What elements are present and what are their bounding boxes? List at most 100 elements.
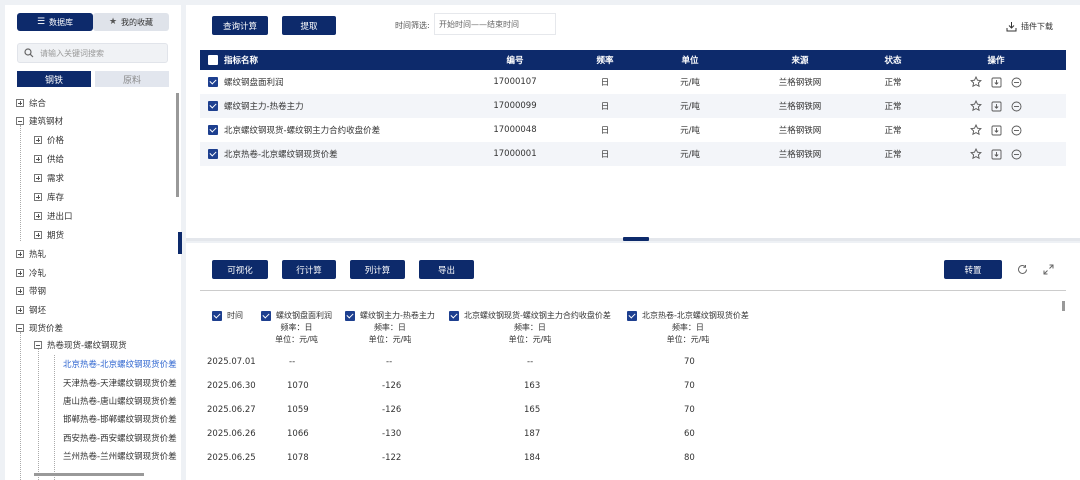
visualize-button[interactable]: 可视化 — [212, 260, 268, 279]
star-icon[interactable] — [970, 76, 982, 88]
date-range-input[interactable]: 开始时间——结束时间 — [434, 13, 556, 35]
row-value: 1070 — [287, 381, 309, 391]
expand-icon[interactable] — [16, 99, 24, 107]
expand-icon[interactable] — [34, 193, 42, 201]
tree-node-spot-spread[interactable]: 现货价差 — [16, 322, 63, 334]
series-name: 北京热卷-北京螺纹钢现货价差 — [642, 311, 749, 320]
expand-icon[interactable] — [16, 306, 24, 314]
download-icon[interactable] — [991, 77, 1002, 88]
star-icon: ★ — [108, 17, 118, 27]
row-name-cell: 北京热卷-北京螺纹钢现货价差 — [200, 142, 460, 166]
tree-node-strip[interactable]: 带钢 — [16, 285, 46, 297]
expand-icon[interactable] — [34, 231, 42, 239]
remove-icon[interactable] — [1011, 101, 1022, 112]
tree-node-billet[interactable]: 钢坯 — [16, 304, 46, 316]
expand-icon[interactable] — [34, 136, 42, 144]
sidebar-scrollbar[interactable] — [176, 93, 179, 197]
remove-icon[interactable] — [1011, 149, 1022, 160]
collapse-icon[interactable] — [16, 117, 24, 125]
tree-node-hot-rolled[interactable]: 热轧 — [16, 248, 46, 260]
row-value: 80 — [684, 453, 695, 463]
expand-icon[interactable] — [34, 174, 42, 182]
tree-leaf-xian[interactable]: 西安热卷-西安螺纹钢现货价差 — [63, 432, 177, 444]
tree-node-demand[interactable]: 需求 — [34, 172, 64, 184]
star-icon[interactable] — [970, 100, 982, 112]
tree-label: 热轧 — [29, 250, 47, 260]
sidebar-resize-handle[interactable] — [178, 232, 182, 254]
tree-node-building[interactable]: 建筑钢材 — [16, 115, 63, 127]
panel-resize-handle[interactable] — [623, 237, 649, 241]
expand-icon[interactable] — [16, 269, 24, 277]
tree-leaf-beijing[interactable]: 北京热卷-北京螺纹钢现货价差 — [63, 358, 177, 370]
tab-database[interactable]: ☰ 数据库 — [17, 13, 93, 31]
star-icon[interactable] — [970, 148, 982, 160]
column-checkbox[interactable] — [261, 311, 271, 321]
search-input[interactable]: 请输入关键词搜索 — [17, 43, 168, 63]
sidebar-h-scrollbar[interactable] — [34, 473, 144, 476]
tree-leaf-tianjin[interactable]: 天津热卷-天津螺纹钢现货价差 — [63, 377, 177, 389]
tree-node-inventory[interactable]: 库存 — [34, 191, 64, 203]
column-checkbox[interactable] — [627, 311, 637, 321]
select-all-checkbox[interactable] — [208, 55, 218, 65]
col-calc-button[interactable]: 列计算 — [350, 260, 405, 279]
row-value: -130 — [382, 429, 402, 439]
column-checkbox[interactable] — [345, 311, 355, 321]
tree-label: 价格 — [47, 136, 65, 146]
tree-node-import-export[interactable]: 进出口 — [34, 210, 73, 222]
export-button[interactable]: 导出 — [419, 260, 474, 279]
row-value: 165 — [524, 405, 541, 415]
col-source-header: 来源 — [740, 50, 860, 70]
expand-icon[interactable] — [34, 155, 42, 163]
table-row[interactable]: 螺纹钢盘面利润 17000107 日 元/吨 兰格钢铁网 正常 — [200, 70, 1066, 94]
column-checkbox[interactable] — [449, 311, 459, 321]
download-icon[interactable] — [991, 149, 1002, 160]
transpose-button[interactable]: 转置 — [944, 260, 1002, 279]
col-series-header: 螺纹钢主力-热卷主力 频率：日 单位：元/吨 — [345, 310, 435, 346]
indicator-panel: 查询计算 提取 时间筛选: 开始时间——结束时间 插件下载 指标名称 编号 频率… — [186, 5, 1080, 238]
col-series-header: 北京热卷-北京螺纹钢现货价差 频率：日 单位：元/吨 — [627, 310, 749, 346]
col-code-header: 编号 — [460, 50, 570, 70]
star-icon[interactable] — [970, 124, 982, 136]
tree-node-cold-rolled[interactable]: 冷轧 — [16, 267, 46, 279]
expand-icon[interactable] — [16, 250, 24, 258]
collapse-icon[interactable] — [34, 341, 42, 349]
table-row[interactable]: 北京热卷-北京螺纹钢现货价差 17000001 日 元/吨 兰格钢铁网 正常 — [200, 142, 1066, 166]
tree-node-spot-hot-coil[interactable]: 热卷现货-螺纹钢现货 — [34, 339, 127, 351]
column-checkbox[interactable] — [212, 311, 222, 321]
remove-icon[interactable] — [1011, 125, 1022, 136]
expand-icon[interactable] — [16, 287, 24, 295]
tree-node-price[interactable]: 价格 — [34, 134, 64, 146]
tree-leaf-handan[interactable]: 邯郸热卷-邯郸螺纹钢现货价差 — [63, 413, 177, 425]
series-freq: 频率：日 — [373, 323, 406, 332]
table-row[interactable]: 螺纹钢主力-热卷主力 17000099 日 元/吨 兰格钢铁网 正常 — [200, 94, 1066, 118]
category-raw[interactable]: 原料 — [95, 71, 169, 87]
tree-node-futures[interactable]: 期货 — [34, 229, 64, 241]
row-calc-button[interactable]: 行计算 — [282, 260, 336, 279]
tree-leaf-tangshan[interactable]: 唐山热卷-唐山螺纹钢现货价差 — [63, 395, 177, 407]
row-checkbox[interactable] — [208, 149, 218, 159]
row-checkbox[interactable] — [208, 101, 218, 111]
query-calc-button[interactable]: 查询计算 — [212, 16, 268, 35]
plugin-download-link[interactable]: 插件下载 — [1006, 21, 1053, 32]
expand-icon[interactable] — [34, 212, 42, 220]
download-icon[interactable] — [991, 125, 1002, 136]
tree-node-comprehensive[interactable]: 综合 — [16, 97, 46, 109]
tab-favorites[interactable]: ★ 我的收藏 — [93, 13, 169, 31]
tree-label: 进出口 — [47, 212, 73, 222]
download-icon[interactable] — [991, 101, 1002, 112]
tree-node-supply[interactable]: 供给 — [34, 153, 64, 165]
series-freq: 频率：日 — [513, 323, 546, 332]
data-scrollbar[interactable] — [1062, 301, 1065, 311]
refresh-icon[interactable] — [1017, 264, 1028, 275]
row-checkbox[interactable] — [208, 125, 218, 135]
sidebar: ☰ 数据库 ★ 我的收藏 请输入关键词搜索 钢铁 原料 综合 建筑钢材 价格 供… — [5, 5, 181, 480]
col-series-header: 螺纹钢盘面利润 频率：日 单位：元/吨 — [261, 310, 332, 346]
collapse-icon[interactable] — [16, 324, 24, 332]
category-steel[interactable]: 钢铁 — [17, 71, 91, 87]
remove-icon[interactable] — [1011, 77, 1022, 88]
fullscreen-icon[interactable] — [1043, 264, 1054, 275]
table-row[interactable]: 北京螺纹钢现货-螺纹钢主力合约收盘价差 17000048 日 元/吨 兰格钢铁网… — [200, 118, 1066, 142]
extract-button[interactable]: 提取 — [282, 16, 336, 35]
tree-leaf-lanzhou[interactable]: 兰州热卷-兰州螺纹钢现货价差 — [63, 450, 177, 462]
row-checkbox[interactable] — [208, 77, 218, 87]
